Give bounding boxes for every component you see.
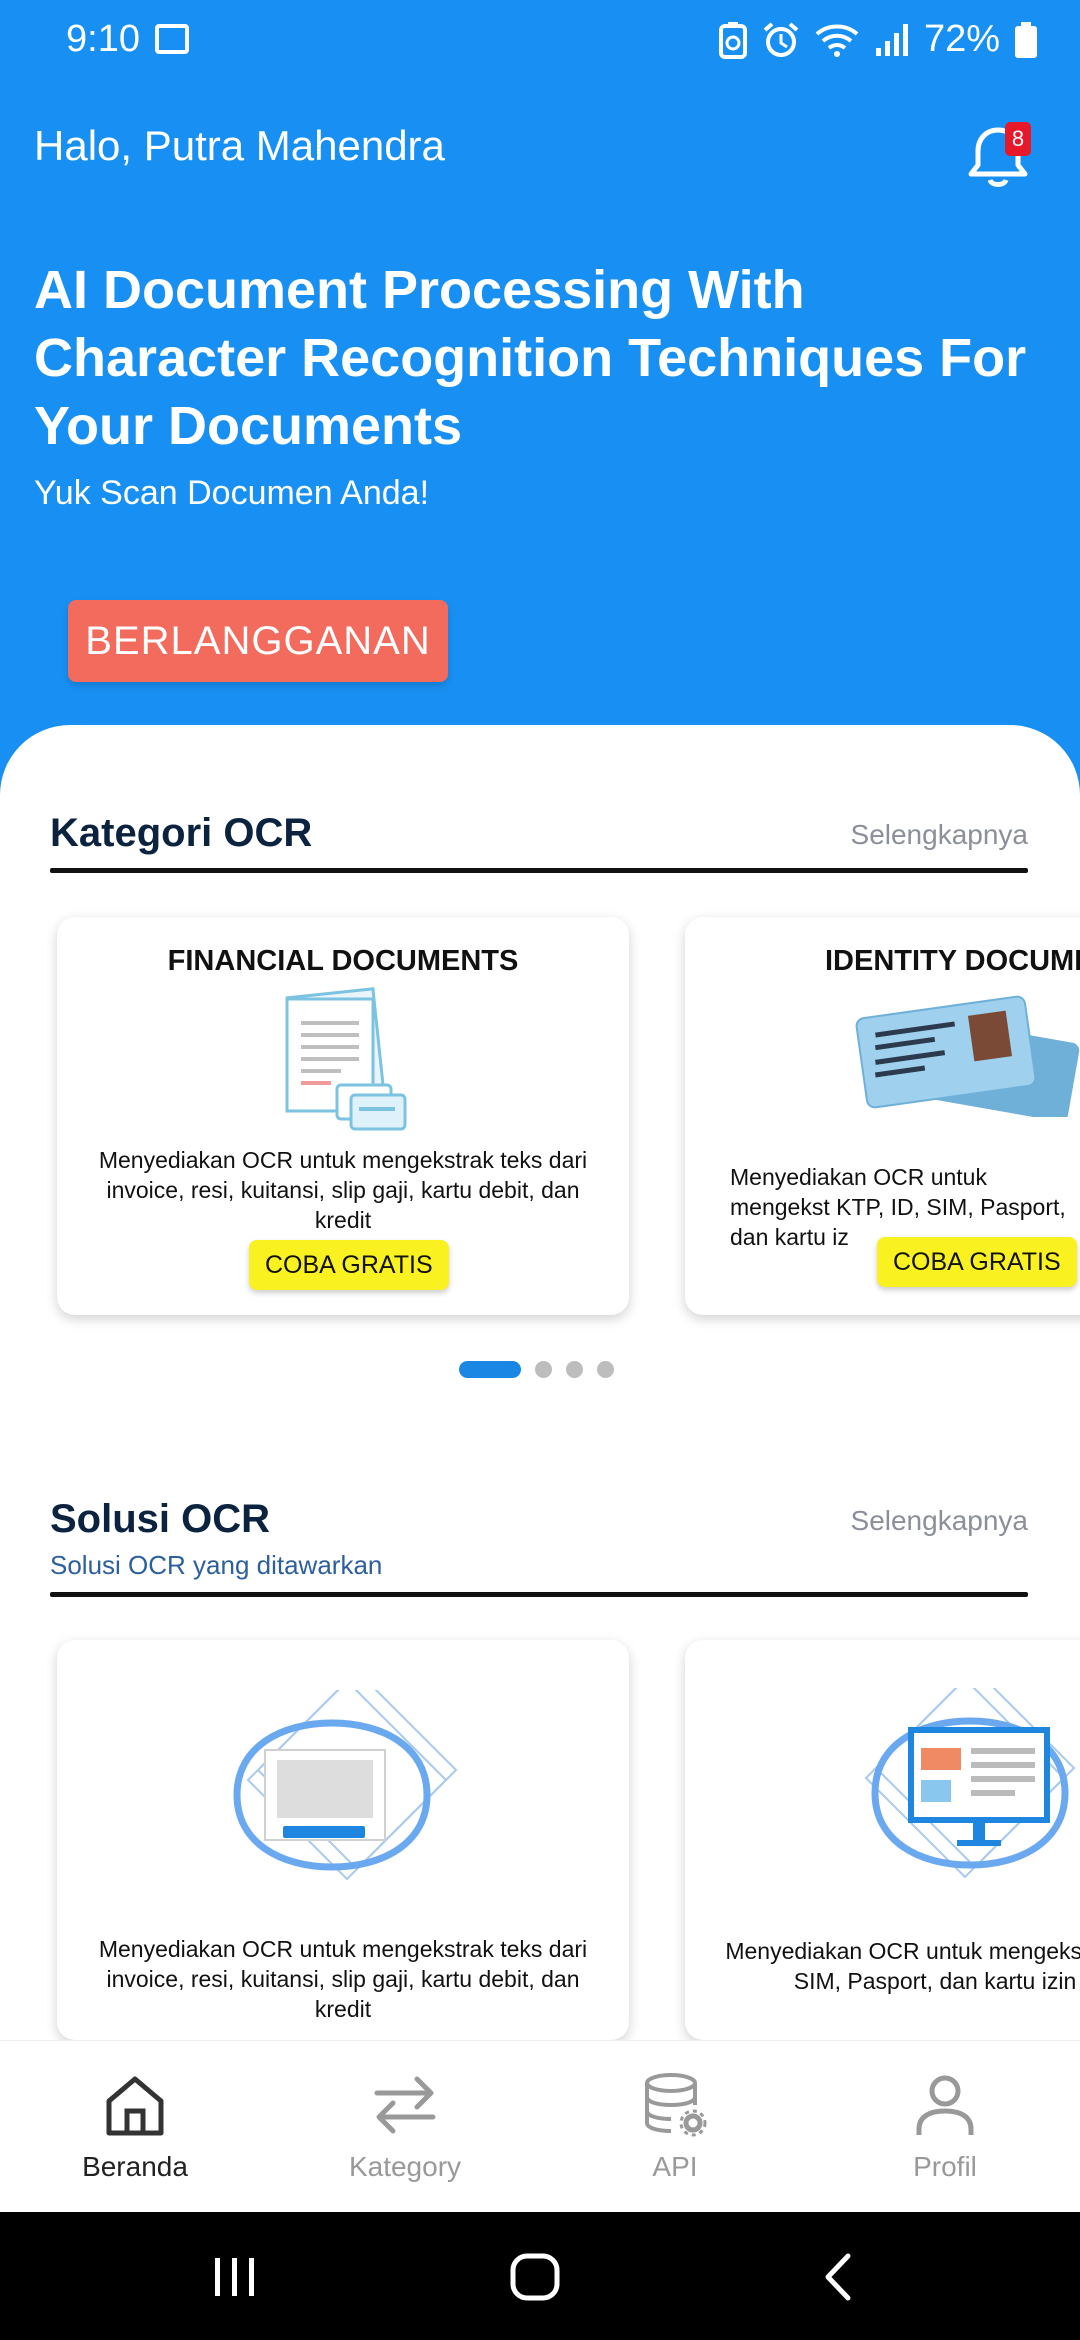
status-bar: 9:10 72% [0, 0, 1080, 80]
bottom-navigation: Beranda Kategory API Profil [0, 2040, 1080, 2212]
kategori-divider [50, 868, 1028, 873]
hero-title: AI Document Processing With Character Re… [34, 260, 1027, 456]
nav-label: Beranda [82, 2151, 188, 2182]
try-free-button[interactable]: COBA GRATIS [249, 1240, 449, 1290]
card-title: FINANCIAL DOCUMENTS [167, 945, 519, 977]
swap-arrows-icon [374, 2076, 436, 2134]
nav-item-beranda[interactable]: Beranda [0, 2041, 270, 2213]
category-card-financial[interactable]: FINANCIAL DOCUMENTS Menyediakan OCR untu… [57, 917, 629, 1315]
battery-icon [1015, 21, 1037, 58]
nav-label: Kategory [348, 2151, 462, 2182]
kategori-more-link[interactable]: Selengkapnya [851, 819, 1028, 851]
financial-documents-icon [285, 987, 407, 1131]
hero-subtitle: Yuk Scan Documen Anda! [34, 474, 430, 512]
home-icon [106, 2076, 164, 2136]
card-description: Menyediakan OCR untuk mengekstrak teks d… [98, 1936, 588, 2022]
solusi-subtitle: Solusi OCR yang ditawarkan [50, 1550, 383, 1580]
content-sheet: Kategori OCR Selengkapnya FINANCIAL DOCU… [0, 725, 1080, 2040]
database-gear-icon [645, 2073, 707, 2137]
gallery-notification-icon [155, 24, 189, 54]
battery-saver-icon [718, 21, 747, 59]
pager-dot[interactable] [597, 1361, 614, 1378]
solusi-more-link[interactable]: Selengkapnya [851, 1505, 1028, 1537]
pager-dot[interactable] [566, 1361, 583, 1378]
nav-label: API [652, 2151, 698, 2182]
category-card-identity[interactable]: IDENTITY DOCUMEN Menyediakan OCR untuk m… [685, 917, 1080, 1315]
solution-card-dashboard[interactable]: Menyediakan OCR untuk mengekstra ID, SIM… [685, 1640, 1080, 2040]
wifi-icon [815, 24, 859, 57]
try-free-button[interactable]: COBA GRATIS [877, 1237, 1077, 1287]
back-icon[interactable] [810, 2212, 870, 2340]
nav-label: Profil [913, 2151, 977, 2182]
pager-dot[interactable] [535, 1361, 552, 1378]
solusi-title: Solusi OCR [50, 1497, 271, 1541]
subscribe-button[interactable]: BERLANGGANAN [68, 600, 448, 682]
home-button-icon[interactable] [505, 2212, 565, 2340]
status-time: 9:10 [66, 18, 140, 60]
pager-dot-active[interactable] [459, 1361, 521, 1378]
greeting: Halo, Putra Mahendra [34, 122, 445, 169]
solution-card-upload[interactable]: Menyediakan OCR untuk mengekstrak teks d… [57, 1640, 629, 2040]
recent-apps-icon[interactable] [205, 2212, 265, 2340]
system-navigation-bar [0, 2212, 1080, 2340]
nav-item-kategory[interactable]: Kategory [270, 2041, 540, 2213]
kategori-title: Kategori OCR [50, 811, 313, 855]
card-description: Menyediakan OCR untuk mengekstra ID, SIM… [725, 1938, 1080, 1994]
dashboard-screen-illustration [864, 1688, 1076, 1879]
carousel-pager [459, 1361, 614, 1378]
identity-card-icon [855, 995, 1080, 1117]
battery-percent: 72% [923, 18, 1000, 60]
card-description: Menyediakan OCR untuk mengekstrak teks d… [98, 1147, 588, 1233]
status-icons: 72% [718, 18, 1038, 61]
notification-badge: 8 [1005, 122, 1031, 156]
upload-document-illustration [233, 1690, 458, 1881]
nav-item-profil[interactable]: Profil [810, 2041, 1080, 2213]
user-icon [916, 2075, 974, 2135]
alarm-icon [763, 21, 799, 57]
signal-icon [875, 23, 908, 56]
card-title: IDENTITY DOCUMEN [825, 945, 1080, 977]
solusi-divider [50, 1592, 1028, 1597]
nav-item-api[interactable]: API [540, 2041, 810, 2213]
